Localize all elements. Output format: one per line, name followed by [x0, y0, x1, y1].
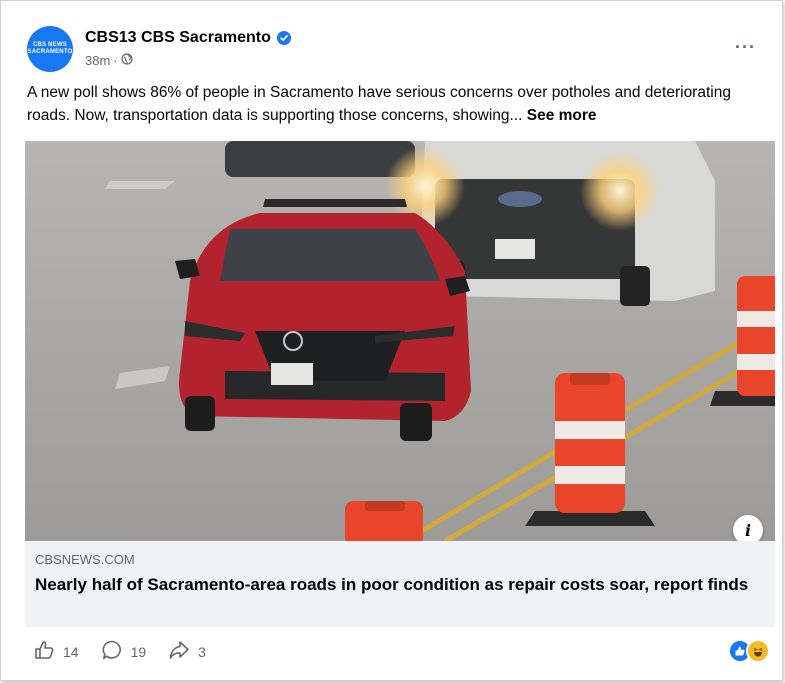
share-icon: [168, 639, 190, 664]
share-count: 3: [198, 643, 206, 660]
meta-separator: ·: [113, 53, 118, 68]
comment-count: 19: [130, 643, 147, 660]
post-body: A new poll shows 86% of people in Sacram…: [27, 84, 731, 124]
page-name[interactable]: CBS13 CBS Sacramento: [85, 29, 271, 47]
avatar[interactable]: CBS NEWS SACRAMENTO: [27, 26, 73, 72]
link-domain: CBSNEWS.COM: [35, 552, 135, 567]
comment-icon: [101, 639, 123, 664]
post-options-button[interactable]: ···: [735, 37, 756, 58]
haha-reaction-icon: [746, 639, 770, 663]
traffic-cone-front: [345, 501, 423, 541]
verified-badge-icon: [276, 31, 291, 45]
post-card: CBS NEWS SACRAMENTO CBS13 CBS Sacramento…: [0, 0, 783, 681]
link-headline[interactable]: Nearly half of Sacramento-area roads in …: [35, 574, 765, 595]
see-more-link[interactable]: See more: [527, 107, 597, 124]
road-scene-image: [25, 141, 775, 541]
like-icon: [33, 639, 55, 664]
info-button[interactable]: i: [733, 515, 763, 541]
share-button[interactable]: 3: [168, 639, 206, 664]
page-name-row: CBS13 CBS Sacramento: [85, 29, 291, 47]
post-text: A new poll shows 86% of people in Sacram…: [27, 81, 767, 127]
reaction-summary[interactable]: [728, 639, 770, 663]
like-count: 14: [63, 643, 79, 660]
post-actions: 14 19 3: [33, 639, 206, 664]
avatar-logo: CBS NEWS SACRAMENTO: [27, 42, 73, 55]
globe-icon: [121, 53, 133, 68]
post-timestamp[interactable]: 38m: [85, 53, 110, 68]
like-button[interactable]: 14: [33, 639, 79, 664]
comment-button[interactable]: 19: [101, 639, 147, 664]
link-preview[interactable]: CBSNEWS.COM Nearly half of Sacramento-ar…: [25, 541, 775, 627]
post-header: CBS NEWS SACRAMENTO CBS13 CBS Sacramento…: [27, 23, 766, 75]
post-image[interactable]: i: [25, 141, 775, 541]
post-meta: 38m ·: [85, 53, 133, 68]
